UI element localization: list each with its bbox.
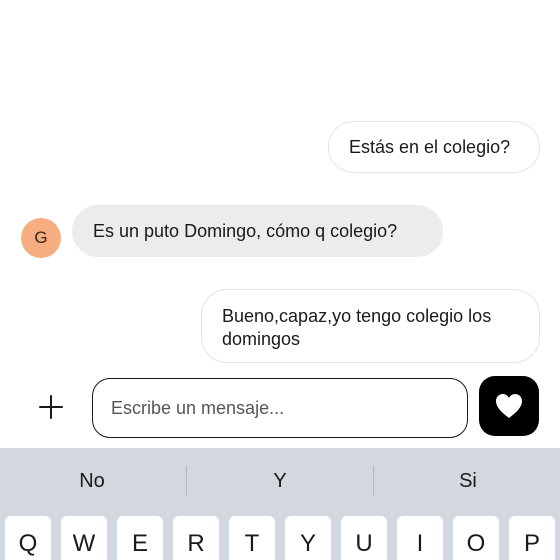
key-p[interactable]: P bbox=[509, 516, 555, 560]
key-r[interactable]: R bbox=[173, 516, 219, 560]
message-bubble-incoming[interactable]: Es un puto Domingo, cómo q colegio? bbox=[72, 205, 443, 257]
suggestion-no[interactable]: No bbox=[0, 456, 184, 506]
key-q[interactable]: Q bbox=[5, 516, 51, 560]
suggestion-divider bbox=[373, 466, 374, 496]
key-o[interactable]: O bbox=[453, 516, 499, 560]
key-y[interactable]: Y bbox=[285, 516, 331, 560]
suggestion-y[interactable]: Y bbox=[188, 456, 372, 506]
suggestion-divider bbox=[186, 466, 187, 496]
message-bubble-outgoing[interactable]: Estás en el colegio? bbox=[328, 121, 540, 173]
send-heart-button[interactable] bbox=[479, 376, 539, 436]
key-i[interactable]: I bbox=[397, 516, 443, 560]
key-t[interactable]: T bbox=[229, 516, 275, 560]
key-e[interactable]: E bbox=[117, 516, 163, 560]
message-text: Bueno,capaz,yo tengo colegio los domingo… bbox=[222, 306, 492, 349]
message-bubble-outgoing[interactable]: Bueno,capaz,yo tengo colegio los domingo… bbox=[201, 289, 540, 363]
key-w[interactable]: W bbox=[61, 516, 107, 560]
message-text: Es un puto Domingo, cómo q colegio? bbox=[93, 221, 398, 241]
suggestion-si[interactable]: Si bbox=[376, 456, 560, 506]
avatar-initial: G bbox=[34, 228, 48, 247]
key-u[interactable]: U bbox=[341, 516, 387, 560]
heart-icon bbox=[496, 394, 522, 418]
message-input[interactable] bbox=[92, 378, 468, 438]
message-text: Estás en el colegio? bbox=[349, 137, 511, 157]
attach-button[interactable] bbox=[32, 388, 70, 426]
avatar[interactable]: G bbox=[21, 218, 61, 258]
plus-icon bbox=[39, 395, 63, 419]
